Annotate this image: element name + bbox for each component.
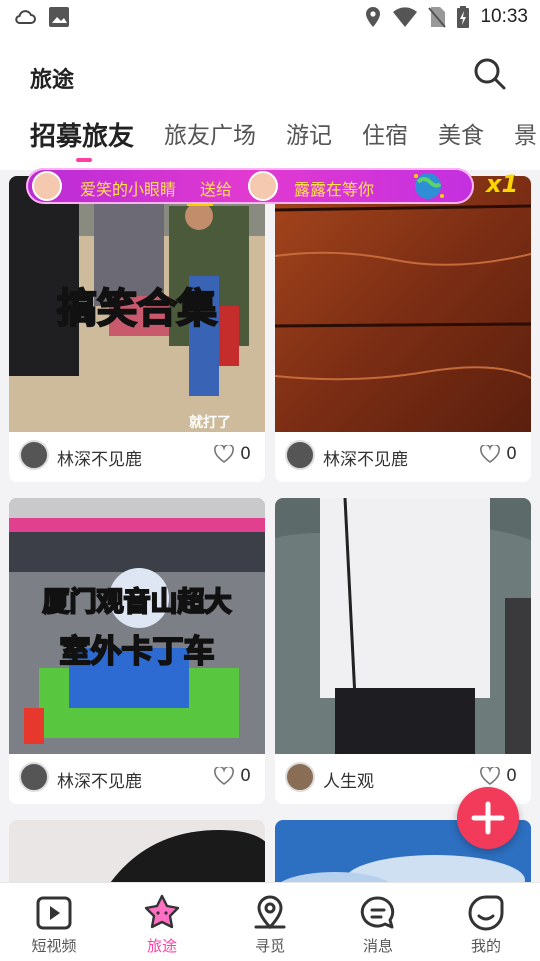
category-tabs: 招募旅友 旅友广场 游记 住宿 美食 景	[30, 116, 537, 153]
post-card[interactable]: 厦门观音山超大 室外卡丁车 林深不见鹿 0	[9, 498, 265, 804]
tab-scenery[interactable]: 景	[514, 116, 537, 153]
author-avatar[interactable]	[285, 440, 315, 470]
like-button[interactable]: 0	[480, 766, 517, 786]
receiver-avatar	[248, 171, 278, 201]
author-name[interactable]: 林深不见鹿	[57, 445, 142, 470]
card-footer: 林深不见鹿 0	[275, 432, 531, 482]
like-count: 0	[506, 766, 517, 786]
weather-cloud-icon	[15, 10, 36, 24]
heart-icon	[480, 445, 501, 463]
tab-travelogue[interactable]: 游记	[286, 116, 332, 153]
post-thumbnail[interactable]	[275, 176, 531, 432]
active-tab-indicator	[76, 158, 92, 162]
nav-label: 消息	[362, 937, 393, 955]
tab-lodging[interactable]: 住宿	[362, 116, 408, 153]
author-name[interactable]: 林深不见鹿	[57, 767, 142, 792]
author-name[interactable]: 人生观	[323, 767, 374, 792]
nav-label: 我的	[470, 937, 501, 955]
author-avatar[interactable]	[285, 762, 315, 792]
post-card[interactable]: 搞笑合集 就打了 林深不见鹿 0	[9, 176, 265, 482]
thumbnail-overlay-subtitle: 室外卡丁车	[59, 633, 216, 671]
nav-short-video[interactable]: 短视频	[0, 883, 108, 961]
author-name[interactable]: 林深不见鹿	[323, 445, 408, 470]
nav-discover[interactable]: 寻觅	[216, 883, 324, 961]
nav-profile[interactable]: 我的	[432, 883, 540, 961]
battery-charging-icon	[457, 6, 470, 28]
wifi-icon	[393, 7, 418, 27]
heart-icon	[214, 445, 235, 463]
tab-recruit-companions[interactable]: 招募旅友	[30, 116, 134, 153]
thumbnail-overlay-title: 厦门观音山超大	[42, 586, 233, 619]
clock-time: 10:33	[480, 6, 528, 27]
like-count: 0	[506, 444, 517, 464]
post-card[interactable]: 人生观 0	[275, 498, 531, 804]
like-button[interactable]: 0	[214, 444, 251, 464]
plus-icon	[471, 801, 505, 835]
location-pin-icon	[254, 895, 286, 930]
status-bar: 10:33	[0, 0, 540, 36]
search-icon	[474, 58, 506, 90]
nav-messages[interactable]: 消息	[324, 883, 432, 961]
gallery-icon	[49, 7, 69, 27]
thumbnail-overlay-title: 搞笑合集	[56, 285, 218, 333]
create-post-button[interactable]	[457, 787, 519, 849]
post-card[interactable]: 林深不见鹿 0	[275, 176, 531, 482]
post-thumbnail[interactable]	[275, 498, 531, 754]
video-play-icon	[36, 896, 72, 930]
like-button[interactable]: 0	[480, 444, 517, 464]
thumbnail-caption: 就打了	[189, 415, 231, 431]
heart-icon	[214, 767, 235, 785]
profile-icon	[468, 895, 504, 931]
nav-travel[interactable]: 旅途	[108, 883, 216, 961]
nav-label: 寻觅	[254, 937, 285, 955]
gift-receiver-name: 露露在等你	[294, 180, 375, 199]
thumbnail-image	[9, 820, 265, 882]
nav-label: 短视频	[31, 937, 77, 955]
tab-companion-square[interactable]: 旅友广场	[164, 116, 256, 153]
star-icon	[144, 894, 180, 929]
thumbnail-image	[275, 498, 531, 754]
location-icon	[366, 7, 381, 27]
no-sim-icon	[428, 7, 447, 28]
post-thumbnail[interactable]: 厦门观音山超大 室外卡丁车	[9, 498, 265, 754]
page-title: 旅途	[30, 68, 75, 93]
gift-action-text: 送给	[200, 180, 233, 199]
gift-sender-name: 爱笑的小眼睛	[80, 180, 177, 199]
post-card[interactable]	[9, 820, 265, 882]
post-feed: 搞笑合集 就打了 林深不见鹿 0 林深不见鹿 0 厦门观音山超大 室外卡丁车 林…	[0, 170, 540, 882]
like-button[interactable]: 0	[214, 766, 251, 786]
card-footer: 林深不见鹿 0	[9, 754, 265, 804]
app-header: 旅途 招募旅友 旅友广场 游记 住宿 美食 景	[0, 36, 540, 170]
gift-globe-icon	[414, 173, 444, 199]
gift-count: x1	[486, 170, 519, 198]
gift-banner[interactable]: 爱笑的小眼睛 送给 露露在等你	[26, 168, 474, 204]
bottom-navigation: 短视频 旅途 寻觅 消息 我的	[0, 882, 540, 961]
author-avatar[interactable]	[19, 440, 49, 470]
sender-avatar	[32, 171, 62, 201]
thumbnail-image	[275, 176, 531, 432]
tab-food[interactable]: 美食	[438, 116, 484, 153]
card-footer: 林深不见鹿 0	[9, 432, 265, 482]
message-icon	[360, 896, 395, 929]
post-thumbnail[interactable]: 搞笑合集 就打了	[9, 176, 265, 432]
like-count: 0	[240, 444, 251, 464]
like-count: 0	[240, 766, 251, 786]
search-button[interactable]	[472, 56, 508, 92]
author-avatar[interactable]	[19, 762, 49, 792]
nav-label: 旅途	[146, 937, 177, 955]
heart-icon	[480, 767, 501, 785]
